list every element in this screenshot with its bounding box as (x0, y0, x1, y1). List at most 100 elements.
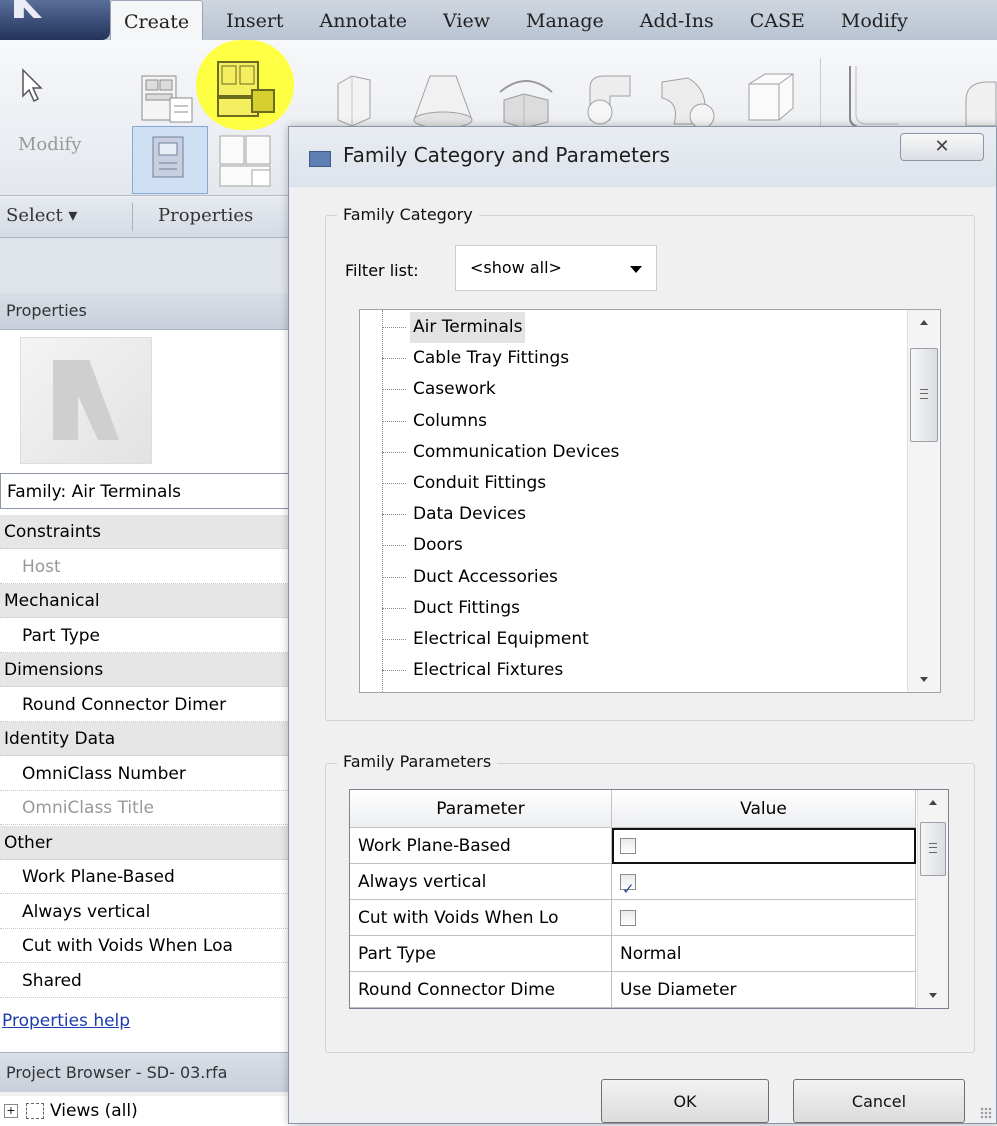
parameter-row[interactable]: Always vertical (350, 864, 916, 900)
category-item[interactable]: Communication Devices (360, 437, 940, 468)
category-item[interactable]: Conduit Fittings (360, 468, 940, 499)
parameter-row[interactable]: Cut with Voids When Lo (350, 900, 916, 936)
parameter-column-header: Parameter (350, 790, 612, 828)
tab-manage[interactable]: Manage (513, 0, 617, 40)
resize-grip-icon[interactable] (980, 1107, 992, 1119)
filter-list-label: Filter list: (345, 261, 419, 280)
sweep-icon[interactable] (580, 70, 642, 134)
ok-button[interactable]: OK (601, 1079, 769, 1123)
tab-insert[interactable]: Insert (213, 0, 296, 40)
parameter-value[interactable] (612, 864, 916, 900)
property-row[interactable]: Shared (0, 964, 298, 998)
category-item-label: Duct Accessories (413, 566, 558, 587)
parameter-checkbox[interactable] (620, 910, 636, 926)
property-row[interactable]: Cut with Voids When Loa (0, 929, 298, 963)
parameter-checkbox[interactable] (620, 838, 636, 854)
parameter-name: Part Type (350, 936, 612, 972)
close-button[interactable]: ✕ (900, 133, 984, 161)
type-selector[interactable]: Family: Air Terminals (0, 473, 296, 509)
expand-icon[interactable]: + (4, 1104, 18, 1118)
scroll-down-icon[interactable] (929, 993, 937, 998)
select-dropdown[interactable]: Select ▾ (6, 205, 77, 226)
parameter-value[interactable] (612, 828, 916, 864)
properties-panel-label: Properties (158, 205, 254, 226)
application-menu-button[interactable] (0, 0, 110, 40)
parameter-row[interactable]: Part Type Normal (350, 936, 916, 972)
category-item-label: Doors (413, 535, 463, 556)
parameters-scrollbar[interactable] (917, 790, 948, 1008)
category-item-label: Communication Devices (413, 441, 620, 462)
tab-view[interactable]: View (430, 0, 503, 40)
chevron-down-icon (630, 266, 642, 273)
parameter-value[interactable]: Use Diameter (612, 972, 916, 1008)
property-row[interactable]: Host (0, 550, 298, 584)
property-row[interactable]: OmniClass Number (0, 757, 298, 791)
category-item[interactable]: Air Terminals (360, 312, 940, 343)
category-item[interactable]: Electrical Equipment (360, 624, 940, 655)
tree-connector (382, 358, 406, 360)
category-item[interactable]: Entourage (360, 686, 940, 692)
category-item[interactable]: Data Devices (360, 499, 940, 530)
property-row[interactable]: Part Type (0, 619, 298, 653)
type-properties-icon[interactable] (216, 132, 278, 192)
close-icon: ✕ (934, 136, 950, 157)
scroll-thumb[interactable] (910, 348, 938, 442)
grip-icon (920, 389, 928, 399)
parameter-value[interactable]: Normal (612, 936, 916, 972)
family-category-parameters-icon[interactable] (216, 60, 278, 122)
tab-add-ins[interactable]: Add-Ins (627, 0, 727, 40)
tab-modify[interactable]: Modify (828, 0, 921, 40)
tree-connector (382, 514, 406, 516)
property-row[interactable]: OmniClass Title (0, 791, 298, 825)
extrusion-icon[interactable] (330, 70, 380, 130)
category-item[interactable]: Cable Tray Fittings (360, 343, 940, 374)
property-row[interactable]: Always vertical (0, 895, 298, 929)
property-group-header[interactable]: Mechanical (0, 584, 298, 618)
tab-case[interactable]: CASE (737, 0, 818, 40)
blend-icon[interactable] (410, 72, 476, 132)
parameter-checkbox[interactable] (620, 871, 636, 899)
scroll-up-icon[interactable] (920, 320, 928, 325)
void-forms-icon[interactable] (735, 68, 797, 132)
project-browser-views-node[interactable]: + Views (all) (0, 1096, 298, 1126)
revolve-icon[interactable] (494, 72, 558, 132)
category-item-label: Conduit Fittings (413, 473, 547, 493)
cursor-arrow-icon[interactable] (20, 68, 46, 104)
property-group-header[interactable]: Dimensions (0, 653, 298, 687)
tab-create[interactable]: Create (110, 0, 204, 42)
scroll-down-icon[interactable] (920, 677, 928, 682)
category-scrollbar[interactable] (907, 310, 940, 692)
swept-blend-icon[interactable] (658, 72, 722, 132)
category-item-label: Data Devices (413, 504, 526, 525)
parameter-row[interactable]: Round Connector Dime Use Diameter (350, 972, 916, 1008)
tab-annotate[interactable]: Annotate (307, 0, 420, 40)
family-types-icon[interactable] (140, 74, 196, 126)
parameter-row[interactable]: Work Plane-Based (350, 828, 916, 864)
ribbon-tabs: Create Insert Annotate View Manage Add-Ins CAS… (110, 0, 931, 42)
category-item[interactable]: Electrical Fixtures (360, 655, 940, 686)
property-row[interactable]: Work Plane-Based (0, 860, 298, 894)
cancel-button[interactable]: Cancel (793, 1079, 965, 1123)
family-types-button[interactable] (132, 126, 208, 194)
category-item[interactable]: Duct Fittings (360, 593, 940, 624)
scroll-thumb[interactable] (920, 822, 946, 876)
scroll-up-icon[interactable] (929, 800, 937, 805)
property-row[interactable]: Round Connector Dimer (0, 688, 298, 722)
properties-help-link[interactable]: Properties help (0, 1011, 130, 1031)
project-browser-title: Project Browser - SD- 03.rfa (0, 1052, 298, 1092)
family-preview-icon (53, 360, 119, 440)
revit-logo-icon (14, 0, 42, 18)
tree-connector (382, 389, 406, 391)
category-item[interactable]: Duct Accessories (360, 562, 940, 593)
category-item[interactable]: Columns (360, 406, 940, 437)
property-group-header[interactable]: Constraints (0, 515, 298, 549)
modify-button[interactable]: Modify (18, 134, 81, 155)
property-group-header[interactable]: Other (0, 825, 298, 860)
category-item[interactable]: Casework (360, 374, 940, 405)
parameter-value[interactable] (612, 900, 916, 936)
category-item[interactable]: Doors (360, 530, 940, 561)
property-group-header[interactable]: Identity Data (0, 722, 298, 756)
tree-connector (382, 327, 406, 328)
parameter-name: Cut with Voids When Lo (350, 900, 612, 936)
filter-list-dropdown[interactable]: <show all> (455, 245, 657, 291)
